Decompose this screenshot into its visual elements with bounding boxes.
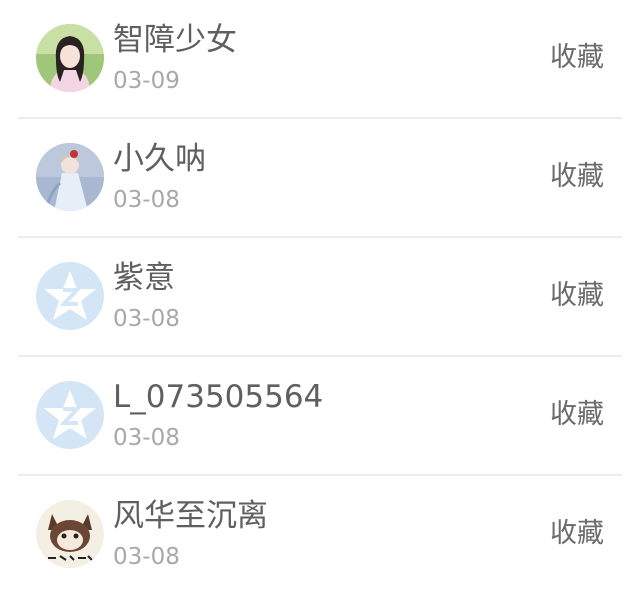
favorite-button[interactable]: 收藏 — [550, 514, 604, 554]
favorite-button[interactable]: 收藏 — [550, 157, 604, 197]
favorite-button[interactable]: 收藏 — [550, 276, 604, 316]
avatar[interactable] — [36, 500, 104, 568]
user-name: 智障少女 — [113, 22, 237, 58]
cartoon-cat-avatar-icon — [36, 500, 104, 568]
list-item[interactable]: 小久呐 03-08 收藏 — [0, 119, 640, 238]
timestamp: 03-08 — [113, 306, 180, 332]
avatar[interactable] — [36, 24, 104, 92]
girl-portrait-avatar-icon — [36, 24, 104, 92]
default-qq-avatar-icon — [36, 381, 104, 449]
user-name: 小久呐 — [113, 141, 206, 177]
anime-girl-avatar-icon — [36, 143, 104, 211]
user-name: L_073505564 — [113, 379, 324, 415]
timestamp: 03-08 — [113, 187, 180, 213]
user-name: 紫意 — [113, 260, 175, 296]
timestamp: 03-08 — [113, 544, 180, 570]
avatar[interactable] — [36, 143, 104, 211]
timestamp: 03-08 — [113, 425, 180, 451]
default-qq-avatar-icon — [36, 262, 104, 330]
avatar[interactable] — [36, 262, 104, 330]
list-item[interactable]: 紫意 03-08 收藏 — [0, 238, 640, 357]
user-list: 智障少女 03-09 收藏 小久呐 03-08 收藏 紫意 03-08 收藏 L… — [0, 0, 640, 585]
favorite-button[interactable]: 收藏 — [550, 38, 604, 78]
list-item[interactable]: 风华至沉离 03-08 收藏 — [0, 476, 640, 595]
favorite-button[interactable]: 收藏 — [550, 395, 604, 435]
user-name: 风华至沉离 — [113, 498, 268, 534]
avatar[interactable] — [36, 381, 104, 449]
list-item[interactable]: L_073505564 03-08 收藏 — [0, 357, 640, 476]
timestamp: 03-09 — [113, 68, 180, 94]
list-item[interactable]: 智障少女 03-09 收藏 — [0, 0, 640, 119]
